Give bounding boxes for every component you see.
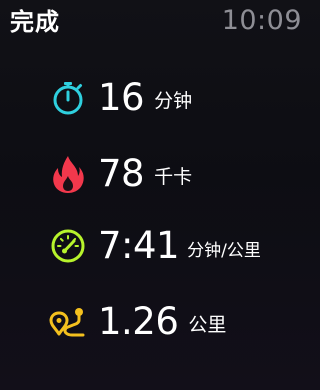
clock-time: 10:09 — [221, 5, 302, 36]
speedometer-icon — [48, 226, 88, 266]
status-bar: 完成 10:09 — [0, 0, 312, 44]
distance-value: 1.26 — [98, 300, 179, 343]
calories-unit: 千卡 — [154, 166, 193, 188]
duration-unit: 分钟 — [154, 90, 193, 112]
pace-value: 7:41 — [98, 224, 180, 267]
route-icon — [48, 302, 88, 342]
metric-duration: 16 分钟 — [48, 74, 304, 122]
page-title: 完成 — [10, 8, 60, 36]
flame-icon — [48, 154, 88, 194]
metric-pace: 7:41 分钟/公里 — [48, 222, 304, 270]
metric-calories: 78 千卡 — [48, 150, 304, 198]
pace-unit: 分钟/公里 — [187, 241, 261, 261]
calories-value: 78 — [98, 152, 145, 195]
stopwatch-icon — [48, 78, 88, 118]
duration-value: 16 — [98, 76, 145, 119]
metric-distance: 1.26 公里 — [48, 298, 304, 346]
distance-unit: 公里 — [188, 314, 227, 336]
